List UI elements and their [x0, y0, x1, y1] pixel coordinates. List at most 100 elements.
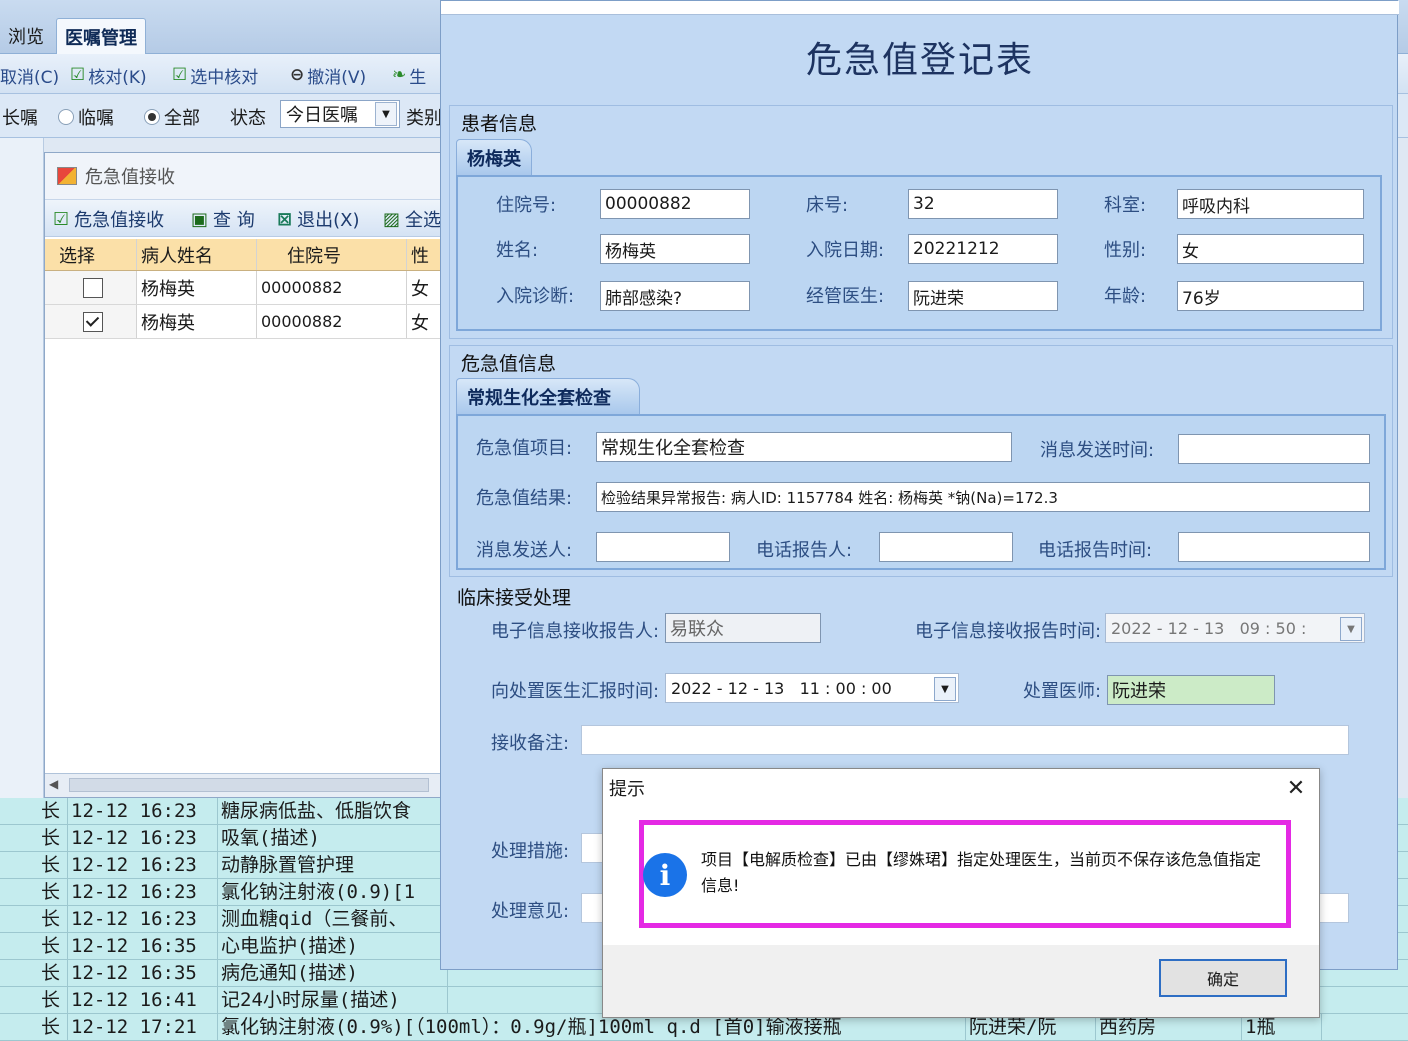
- receive-time-picker[interactable]: 2022 - 12 - 13 09 : 50 : ▼: [1105, 613, 1365, 643]
- check-selected-button[interactable]: ☑ 选中核对: [172, 62, 258, 88]
- category-label: 类别: [406, 108, 442, 129]
- admit-date-field[interactable]: 20221212: [908, 234, 1058, 264]
- clinical-section-label: 临床接受处理: [457, 587, 572, 609]
- cancel-button[interactable]: 取消(C): [0, 62, 59, 88]
- tab-orders[interactable]: 医嘱管理: [56, 18, 146, 54]
- remark-label: 接收备注:: [491, 733, 570, 754]
- handler-field[interactable]: 阮进荣: [1107, 675, 1275, 705]
- remark-field[interactable]: [581, 725, 1349, 755]
- generate-icon: ❧: [392, 65, 407, 85]
- table-row[interactable]: 长 12-12 17:21 氯化钠注射液(0.9%)[（100ml）：0.9g/…: [0, 1014, 1408, 1041]
- select-all-button[interactable]: ▨ 全选: [383, 206, 441, 232]
- send-time-field[interactable]: [1178, 434, 1370, 464]
- opinion-field-right[interactable]: [1319, 893, 1349, 923]
- measure-label: 处理措施:: [491, 841, 570, 862]
- chevron-down-icon[interactable]: ▼: [375, 102, 397, 126]
- bed-label: 床号:: [806, 195, 849, 216]
- check-icon: ☑: [172, 65, 188, 85]
- sender-label: 消息发送人:: [476, 540, 573, 561]
- check-button[interactable]: ☑ 核对(K): [70, 62, 147, 88]
- inpatient-no-field[interactable]: 00000882: [600, 189, 750, 219]
- sender-field[interactable]: [596, 532, 730, 562]
- diagnosis-field[interactable]: 肺部感染?: [600, 281, 750, 311]
- opinion-label: 处理意见:: [491, 901, 570, 922]
- table-row[interactable]: 杨梅英 00000882 女: [45, 305, 445, 339]
- temp-order-radio[interactable]: 临嘱: [58, 104, 114, 130]
- table-row[interactable]: 杨梅英 00000882 女: [45, 271, 445, 305]
- age-field[interactable]: 76岁: [1177, 281, 1364, 311]
- phone-time-field[interactable]: [1178, 532, 1370, 562]
- radio-icon: [144, 109, 160, 125]
- doctor-field[interactable]: 阮进荣: [908, 281, 1058, 311]
- sex-label: 性别:: [1104, 240, 1147, 261]
- alert-title: 提示: [603, 769, 1319, 807]
- critical-item-label: 危急值项目:: [476, 438, 573, 459]
- generate-button[interactable]: ❧ 生: [392, 62, 426, 88]
- name-field[interactable]: 杨梅英: [600, 234, 750, 264]
- phone-reporter-label: 电话报告人:: [756, 540, 853, 561]
- dialog-title-bar: [441, 1, 1399, 15]
- chevron-down-icon[interactable]: ▼: [1340, 617, 1362, 641]
- receiver-label: 电子信息接收报告人:: [491, 621, 660, 642]
- dept-field[interactable]: 呼吸内科: [1177, 189, 1364, 219]
- receive-toolbar: ☑ 危急值接收 ▣ 查 询 ⊠ 退出(X) ▨ 全选: [45, 199, 445, 237]
- handler-label: 处置医师:: [1023, 681, 1102, 702]
- row-checkbox[interactable]: [82, 311, 103, 332]
- doctor-label: 经管医生:: [806, 286, 885, 307]
- receive-time-label: 电子信息接收报告时间:: [915, 621, 1102, 642]
- horizontal-scrollbar[interactable]: ◀: [45, 773, 445, 797]
- sex-field[interactable]: 女: [1177, 234, 1364, 264]
- status-select[interactable]: 今日医嘱 ▼: [280, 100, 400, 128]
- receive-button[interactable]: ☑ 危急值接收: [53, 206, 164, 232]
- arrow-left-icon[interactable]: ◀: [49, 777, 58, 791]
- admit-date-label: 入院日期:: [806, 240, 885, 261]
- info-icon: i: [643, 853, 687, 897]
- alert-message: 项目【电解质检查】已由【缪姝珺】指定处理医生，当前页不保存该危急值指定信息!: [701, 850, 1262, 895]
- diagnosis-label: 入院诊断:: [496, 286, 575, 307]
- send-time-label: 消息发送时间:: [1040, 440, 1155, 461]
- exit-button[interactable]: ⊠ 退出(X): [277, 206, 359, 232]
- undo-icon: ⊖: [290, 65, 305, 85]
- close-icon[interactable]: ✕: [1281, 774, 1311, 802]
- critical-result-label: 危急值结果:: [476, 488, 573, 509]
- report-time-picker[interactable]: 2022 - 12 - 13 11 : 00 : 00 ▼: [665, 673, 959, 703]
- receiver-field[interactable]: 易联众: [665, 613, 821, 643]
- report-time-label: 向处置医生汇报时间:: [491, 681, 660, 702]
- ok-button[interactable]: 确定: [1159, 959, 1287, 997]
- critical-receive-window: 危急值接收 ☑ 危急值接收 ▣ 查 询 ⊠ 退出(X) ▨ 全选 选择 病人姓名 住院号…: [44, 152, 445, 798]
- check-icon: ☑: [53, 208, 70, 230]
- receive-window-title: 危急值接收: [45, 153, 445, 199]
- save-icon: ▣: [191, 208, 209, 230]
- check-icon: ☑: [70, 65, 86, 85]
- critical-result-field[interactable]: 检验结果异常报告: 病人ID: 1157784 姓名: 杨梅英 *钠(Na)=1…: [596, 482, 1370, 512]
- phone-reporter-field[interactable]: [879, 532, 1013, 562]
- close-icon: ⊠: [277, 208, 293, 230]
- app-window-icon: [57, 167, 77, 185]
- status-label: 状态: [230, 108, 266, 129]
- undo-button[interactable]: ⊖ 撤消(V): [290, 62, 366, 88]
- tab-browse[interactable]: 浏览: [0, 18, 52, 54]
- row-checkbox[interactable]: [82, 277, 103, 298]
- patient-fields: 住院号: 00000882 床号: 32 科室: 呼吸内科 姓名: 杨梅英 入院…: [456, 175, 1382, 331]
- grid-row-headers: [0, 138, 44, 798]
- bed-field[interactable]: 32: [908, 189, 1058, 219]
- critical-fields: 危急值项目: 常规生化全套检查 消息发送时间: 危急值结果: 检验结果异常报告:…: [456, 414, 1386, 570]
- select-all-icon: ▨: [383, 208, 401, 230]
- radio-icon: [58, 109, 74, 125]
- table-header: 选择 病人姓名 住院号 性: [45, 239, 445, 271]
- chevron-down-icon[interactable]: ▼: [934, 677, 956, 701]
- name-label: 姓名:: [496, 240, 539, 261]
- critical-item-field[interactable]: 常规生化全套检查: [596, 432, 1012, 462]
- phone-time-label: 电话报告时间:: [1038, 540, 1153, 561]
- all-order-radio[interactable]: 全部: [144, 104, 200, 130]
- scrollbar-thumb[interactable]: [69, 778, 429, 792]
- query-button[interactable]: ▣ 查 询: [191, 206, 255, 232]
- dept-label: 科室:: [1104, 195, 1147, 216]
- critical-item-tab[interactable]: 常规生化全套检查: [456, 378, 640, 414]
- inpatient-no-label: 住院号:: [496, 195, 557, 216]
- long-order-radio[interactable]: 长嘱: [2, 104, 38, 130]
- age-label: 年龄:: [1104, 286, 1147, 307]
- patient-name-tab[interactable]: 杨梅英: [456, 139, 532, 175]
- alert-dialog: 提示 ✕ i 项目【电解质检查】已由【缪姝珺】指定处理医生，当前页不保存该危急值…: [602, 768, 1320, 1018]
- form-title: 危急值登记表: [805, 40, 1034, 81]
